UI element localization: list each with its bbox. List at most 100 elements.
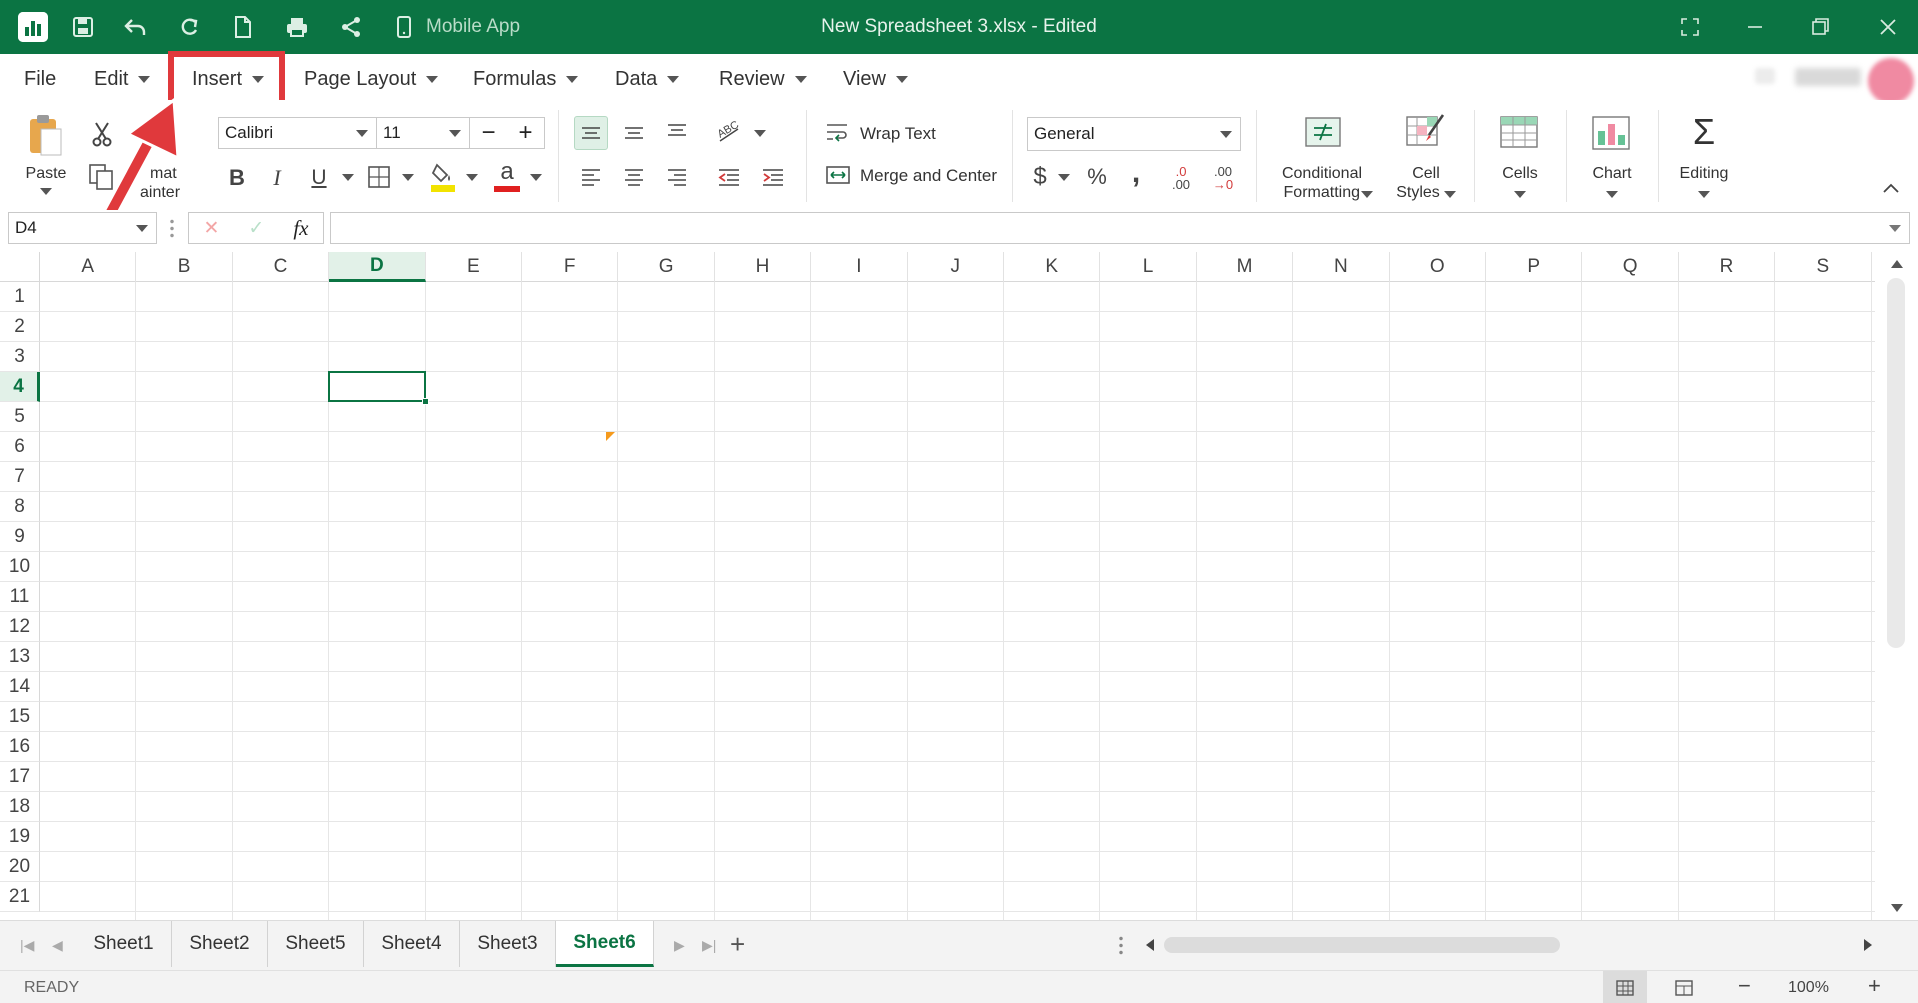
align-right-icon[interactable] xyxy=(660,160,694,194)
row-header[interactable]: 17 xyxy=(0,762,40,792)
fill-color-icon[interactable] xyxy=(428,160,458,194)
cancel-icon[interactable]: ✕ xyxy=(204,217,220,240)
number-format-dropdown[interactable]: General xyxy=(1027,117,1241,151)
confirm-icon[interactable]: ✓ xyxy=(248,217,264,240)
paste-label[interactable]: Paste xyxy=(22,164,70,183)
column-header[interactable]: N xyxy=(1293,252,1390,282)
row-header[interactable]: 6 xyxy=(0,432,40,462)
align-center-icon[interactable] xyxy=(617,160,651,194)
scroll-down-icon[interactable] xyxy=(1891,904,1903,912)
chevron-down-icon[interactable] xyxy=(402,174,414,181)
column-header[interactable]: D xyxy=(329,252,426,282)
avatar[interactable] xyxy=(1868,58,1914,104)
row-header[interactable]: 5 xyxy=(0,402,40,432)
underline-button[interactable]: U xyxy=(306,160,332,196)
row-header[interactable]: 21 xyxy=(0,882,40,912)
chevron-down-icon[interactable] xyxy=(342,174,354,181)
zoom-in-icon[interactable]: + xyxy=(1868,973,1881,999)
column-header[interactable]: I xyxy=(811,252,908,282)
row-header[interactable]: 18 xyxy=(0,792,40,822)
column-header[interactable]: P xyxy=(1486,252,1583,282)
column-header[interactable]: F xyxy=(522,252,619,282)
row-header[interactable]: 20 xyxy=(0,852,40,882)
minimize-icon[interactable] xyxy=(1735,10,1775,44)
align-middle-icon[interactable] xyxy=(617,116,651,150)
merge-center-button[interactable]: Merge and Center xyxy=(860,166,1010,185)
column-header[interactable]: S xyxy=(1775,252,1872,282)
sigma-icon[interactable]: Σ xyxy=(1684,111,1724,152)
decrease-decimal-button[interactable]: .00 →0 xyxy=(1206,162,1240,194)
column-header[interactable]: C xyxy=(233,252,330,282)
chevron-down-icon[interactable] xyxy=(1698,191,1710,198)
percent-button[interactable]: % xyxy=(1084,160,1110,194)
increase-indent-icon[interactable] xyxy=(756,160,790,194)
decrease-indent-icon[interactable] xyxy=(712,160,746,194)
sheet-tab-active[interactable]: Sheet6 xyxy=(556,921,654,967)
row-header[interactable]: 16 xyxy=(0,732,40,762)
font-name-dropdown[interactable]: Calibri xyxy=(218,117,377,149)
menu-review[interactable]: Review xyxy=(719,66,807,92)
cells-label[interactable]: Cells xyxy=(1490,164,1550,183)
increase-font-icon[interactable]: + xyxy=(518,119,532,147)
chevron-down-icon[interactable] xyxy=(530,174,542,181)
menu-page-layout[interactable]: Page Layout xyxy=(304,66,439,92)
close-icon[interactable] xyxy=(1868,10,1908,44)
row-header[interactable]: 11 xyxy=(0,582,40,612)
column-header[interactable]: H xyxy=(715,252,812,282)
conditional-formatting-icon[interactable] xyxy=(1303,114,1343,150)
formula-input[interactable] xyxy=(330,212,1910,244)
align-bottom-icon[interactable] xyxy=(660,114,694,148)
cell-styles-icon[interactable] xyxy=(1404,112,1446,152)
chevron-down-icon[interactable] xyxy=(1444,191,1456,198)
select-all-corner[interactable] xyxy=(0,252,40,282)
zoom-level[interactable]: 100% xyxy=(1788,979,1829,997)
vertical-scrollbar[interactable] xyxy=(1875,252,1918,920)
wrap-text-button[interactable]: Wrap Text xyxy=(860,124,980,143)
font-color-button[interactable]: a xyxy=(492,158,522,194)
row-header[interactable]: 1 xyxy=(0,282,40,312)
row-header[interactable]: 3 xyxy=(0,342,40,372)
column-header[interactable]: R xyxy=(1679,252,1776,282)
sheet-tab[interactable]: Sheet5 xyxy=(268,921,364,967)
chart-label[interactable]: Chart xyxy=(1582,164,1642,183)
conditional-formatting-label[interactable]: Conditional xyxy=(1266,164,1378,183)
splitter-handle-icon[interactable] xyxy=(1119,935,1123,955)
normal-view-icon[interactable] xyxy=(1603,971,1647,1003)
sheet-tab[interactable]: Sheet2 xyxy=(172,921,268,967)
align-top-icon[interactable] xyxy=(574,116,608,150)
align-left-icon[interactable] xyxy=(574,160,608,194)
scroll-up-icon[interactable] xyxy=(1891,260,1903,268)
conditional-formatting-label[interactable]: Formatting xyxy=(1266,183,1360,202)
chevron-down-icon[interactable] xyxy=(1058,174,1070,181)
fullscreen-icon[interactable] xyxy=(1670,10,1710,44)
chart-icon[interactable] xyxy=(1590,114,1632,152)
chevron-down-icon[interactable] xyxy=(754,130,766,137)
font-size-dropdown[interactable]: 11 xyxy=(376,117,470,149)
sheet-tab[interactable]: Sheet1 xyxy=(76,921,172,967)
column-header[interactable]: L xyxy=(1100,252,1197,282)
column-header[interactable]: E xyxy=(426,252,522,282)
name-box[interactable]: D4 xyxy=(8,212,157,244)
row-header[interactable]: 9 xyxy=(0,522,40,552)
chevron-down-icon[interactable] xyxy=(1514,191,1526,198)
row-header[interactable]: 15 xyxy=(0,702,40,732)
column-header[interactable]: Q xyxy=(1582,252,1679,282)
paste-icon[interactable] xyxy=(24,112,66,158)
row-header[interactable]: 10 xyxy=(0,552,40,582)
italic-button[interactable]: I xyxy=(264,160,290,196)
column-header[interactable]: O xyxy=(1390,252,1486,282)
restore-icon[interactable] xyxy=(1800,10,1840,44)
drag-handle-icon[interactable] xyxy=(170,218,174,238)
increase-decimal-button[interactable]: .0.00 xyxy=(1164,162,1198,194)
column-header[interactable]: A xyxy=(40,252,137,282)
menu-file[interactable]: File xyxy=(24,66,56,92)
text-orientation-icon[interactable]: ABC xyxy=(712,114,746,148)
sheet-tab[interactable]: Sheet4 xyxy=(364,921,460,967)
row-header[interactable]: 19 xyxy=(0,822,40,852)
row-header[interactable]: 7 xyxy=(0,462,40,492)
row-header[interactable]: 12 xyxy=(0,612,40,642)
vertical-scroll-thumb[interactable] xyxy=(1887,278,1905,648)
comment-indicator-icon[interactable] xyxy=(606,432,615,441)
function-icon[interactable]: fx xyxy=(293,216,308,241)
chevron-down-icon[interactable] xyxy=(466,174,478,181)
